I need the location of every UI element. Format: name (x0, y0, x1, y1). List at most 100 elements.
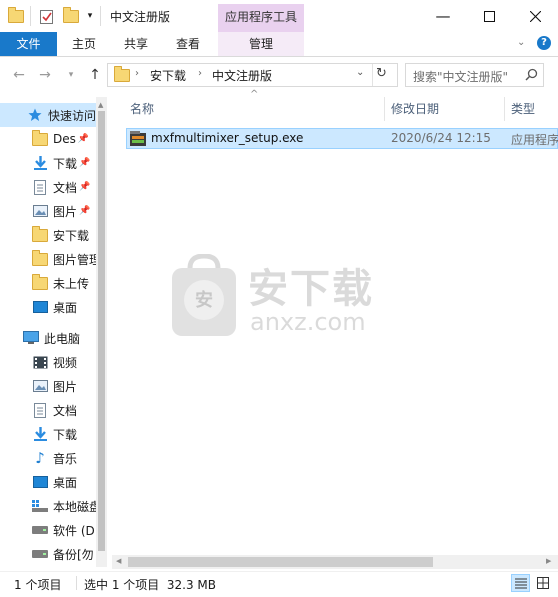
chevron-right-icon[interactable]: › (135, 68, 139, 79)
nav-label: 桌面 (53, 300, 78, 315)
file-row[interactable]: mxfmultimixer_setup.exe 2020/6/24 12:15 … (126, 128, 558, 149)
nav-item-desktop[interactable]: 桌面 (0, 470, 96, 494)
address-dropdown-icon[interactable]: ⌄ (356, 67, 364, 78)
nav-item-anxz-quick[interactable]: 安下载 (0, 223, 96, 247)
forward-arrow-icon: → (39, 67, 51, 83)
nav-item-documents[interactable]: 文档 (0, 398, 96, 422)
nav-this-pc[interactable]: 此电脑 (0, 326, 96, 350)
folder-icon (32, 225, 48, 243)
folder-icon (114, 66, 130, 82)
windows-drive-icon (32, 498, 48, 514)
tab-manage[interactable]: 管理 (218, 32, 304, 56)
nav-item-videos[interactable]: 视频 (0, 350, 96, 374)
nav-item-pictures-quick[interactable]: 图片 📌 (0, 199, 96, 223)
refresh-icon[interactable]: ↻ (376, 66, 387, 81)
tab-home[interactable]: 主页 (66, 32, 102, 56)
tab-file[interactable]: 文件 (0, 32, 57, 56)
nav-label: 图片管理 (53, 252, 96, 267)
close-button[interactable] (512, 0, 558, 32)
close-icon (529, 10, 541, 22)
context-group-label: 应用程序工具 (218, 4, 304, 32)
nav-item-picture-mgmt-quick[interactable]: 图片管理 (0, 247, 96, 271)
search-box[interactable]: 搜索"中文注册版" (405, 63, 544, 87)
nav-item-pictures[interactable]: 图片 (0, 374, 96, 398)
column-header-modified[interactable]: 修改日期 (391, 97, 439, 121)
computer-icon (23, 330, 39, 346)
status-selection: 选中 1 个项目 32.3 MB (84, 578, 217, 592)
scrollbar-thumb[interactable] (98, 111, 105, 551)
window-title: 中文注册版 (110, 10, 171, 24)
nav-label: 文档 (53, 180, 78, 195)
download-icon (32, 426, 48, 442)
nav-label: 备份[勿 (53, 547, 94, 562)
picture-icon (32, 203, 48, 219)
nav-item-desktop-quick[interactable]: Des 📌 (0, 127, 96, 151)
nav-quick-access[interactable]: 快速访问 (0, 103, 96, 127)
column-header-type[interactable]: 类型 (511, 97, 535, 121)
scroll-right-icon[interactable]: ▶ (546, 557, 551, 565)
scroll-up-icon[interactable]: ▲ (98, 101, 103, 109)
maximize-icon (483, 10, 495, 22)
help-icon[interactable]: ? (537, 36, 551, 50)
column-separator[interactable] (384, 97, 385, 121)
nav-label: 图片 (53, 379, 78, 394)
back-arrow-icon: ← (13, 67, 25, 83)
nav-item-software-drive[interactable]: 软件 (D (0, 518, 96, 542)
nav-label: 下载 (53, 156, 78, 171)
customize-qa-icon[interactable]: ▾ (83, 6, 97, 26)
nav-label: Des (53, 132, 76, 146)
breadcrumb-item[interactable]: 中文注册版 (212, 67, 272, 84)
pin-icon: 📌 (79, 158, 91, 168)
navigation-pane: 快速访问 Des 📌 下载 📌 文档 📌 图片 📌 安下载 图片管理 未上传 桌面 此电… (0, 97, 107, 567)
expand-ribbon-icon[interactable]: ⌄ (517, 37, 525, 48)
tab-share[interactable]: 共享 (118, 32, 154, 56)
nav-label: 音乐 (53, 451, 78, 466)
desktop-icon (32, 474, 48, 490)
nav-item-not-uploaded-quick[interactable]: 未上传 (0, 271, 96, 295)
scrollbar-thumb[interactable] (128, 557, 433, 567)
folder-icon (32, 249, 48, 267)
sort-ascending-icon: ^ (250, 89, 259, 100)
recent-locations-button[interactable]: ▾ (62, 66, 80, 84)
details-view-icon (515, 578, 527, 589)
nav-item-downloads-quick[interactable]: 下载 📌 (0, 151, 96, 175)
picture-icon (32, 378, 48, 394)
nav-item-documents-quick[interactable]: 文档 📌 (0, 175, 96, 199)
column-header-name[interactable]: 名称 (130, 97, 154, 121)
up-arrow-icon: ↑ (89, 67, 101, 83)
nav-label: 图片 (53, 204, 78, 219)
breadcrumb-item[interactable]: 安下载 (150, 67, 186, 84)
details-view-button[interactable] (511, 574, 530, 592)
nav-label: 未上传 (53, 276, 90, 291)
star-icon (27, 107, 43, 123)
watermark-domain: anxz.com (250, 308, 366, 336)
divider (100, 6, 101, 26)
minimize-button[interactable]: — (420, 0, 466, 32)
scroll-left-icon[interactable]: ◀ (116, 557, 121, 565)
new-folder-icon[interactable] (61, 6, 81, 26)
nav-scrollbar[interactable]: ▲ (96, 97, 107, 567)
address-bar[interactable]: › 安下载 › 中文注册版 ⌄ ↻ (107, 63, 398, 87)
maximize-button[interactable] (466, 0, 512, 32)
nav-label: 本地磁盘 (53, 499, 96, 514)
chevron-right-icon[interactable]: › (198, 68, 202, 79)
tab-view[interactable]: 查看 (170, 32, 206, 56)
nav-item-downloads[interactable]: 下载 (0, 422, 96, 446)
drive-icon (32, 522, 48, 538)
large-icons-view-button[interactable] (534, 574, 553, 592)
forward-button[interactable]: → (36, 66, 54, 84)
back-button[interactable]: ← (10, 66, 28, 84)
nav-item-music[interactable]: ♪ 音乐 (0, 446, 96, 470)
pin-icon: 📌 (77, 134, 90, 144)
up-button[interactable]: ↑ (86, 66, 104, 84)
folder-icon (32, 129, 48, 147)
watermark-shield-char: 安 (195, 290, 213, 311)
pin-icon: 📌 (79, 206, 91, 216)
nav-item-local-disk[interactable]: 本地磁盘 (0, 494, 96, 518)
nav-item-desktop2-quick[interactable]: 桌面 (0, 295, 96, 319)
minimize-icon: — (435, 7, 451, 25)
nav-label: 安下载 (53, 228, 90, 243)
nav-item-backup-drive[interactable]: 备份[勿 (0, 542, 96, 566)
properties-icon[interactable] (37, 6, 57, 26)
column-separator[interactable] (504, 97, 505, 121)
